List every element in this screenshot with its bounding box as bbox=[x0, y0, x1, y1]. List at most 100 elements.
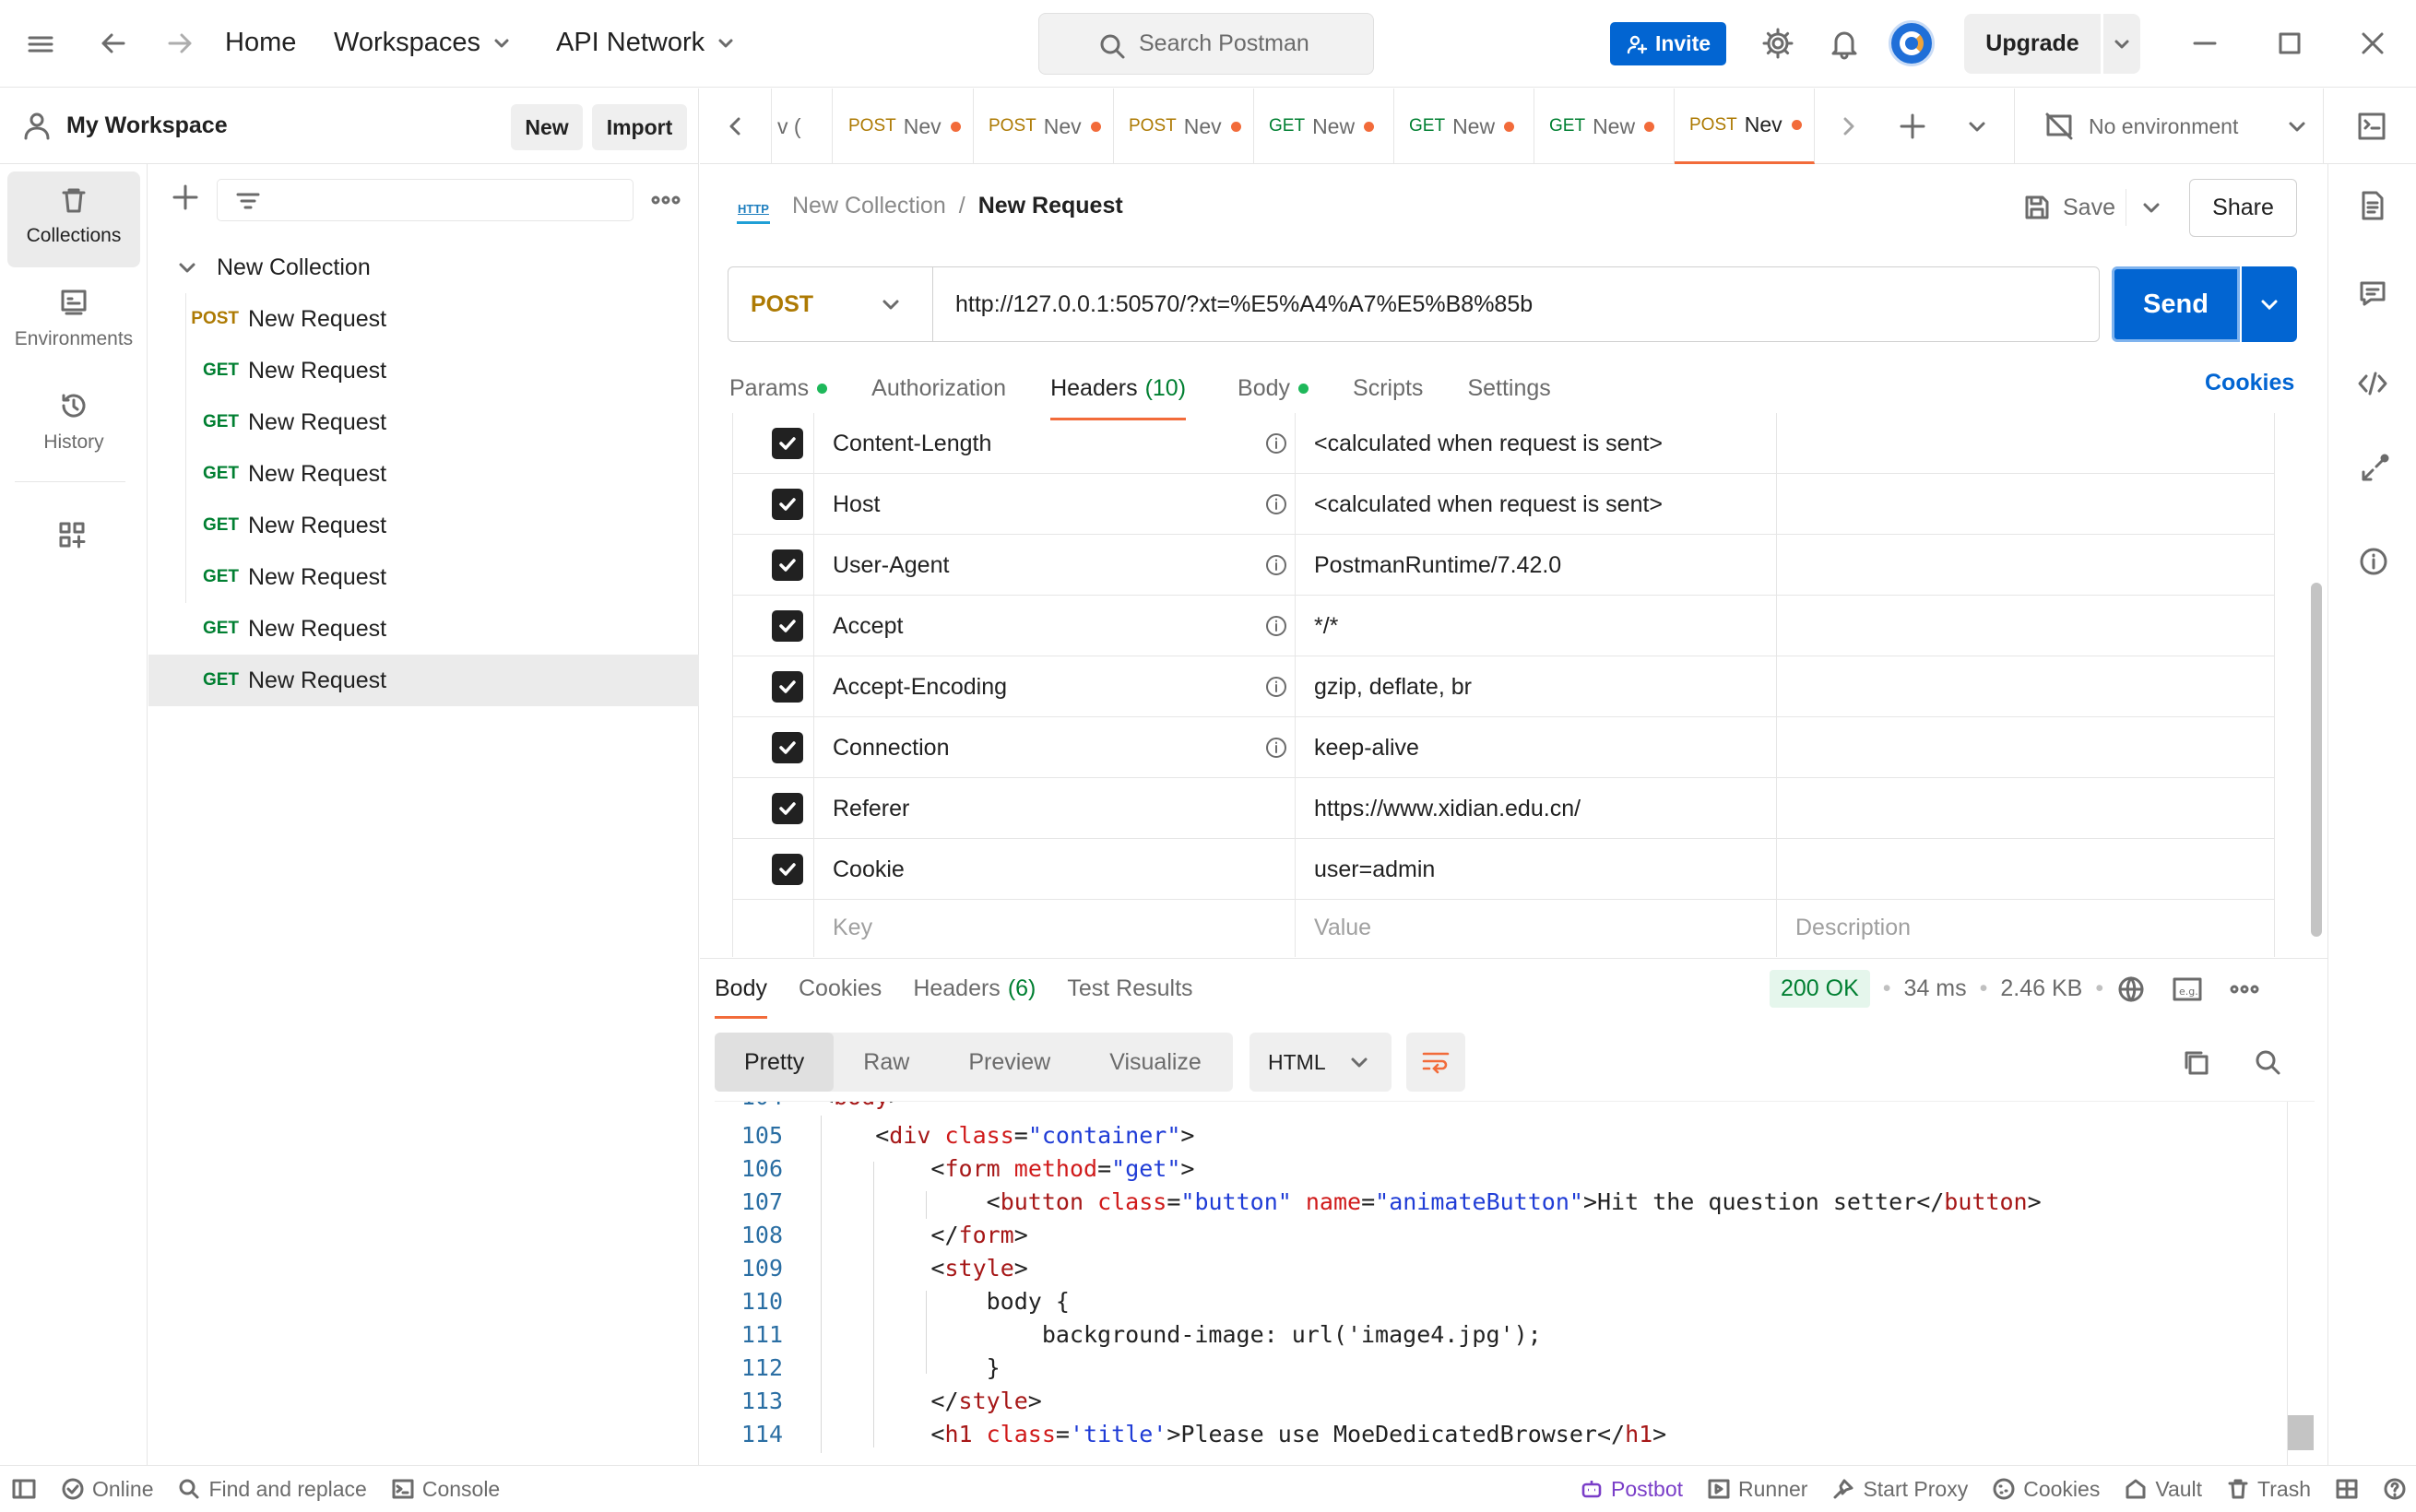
import-button[interactable]: Import bbox=[592, 104, 687, 150]
tab-response-headers[interactable]: Headers (6) bbox=[913, 975, 1036, 1002]
view-raw[interactable]: Raw bbox=[863, 1049, 909, 1076]
tab-response-body[interactable]: Body bbox=[715, 975, 767, 1019]
header-key[interactable]: Host bbox=[833, 474, 880, 535]
new-button[interactable]: New bbox=[511, 104, 583, 150]
request-tab[interactable]: GET New bbox=[1254, 89, 1394, 164]
settings-gear-icon[interactable] bbox=[1761, 27, 1794, 60]
tab-settings[interactable]: Settings bbox=[1467, 375, 1550, 402]
header-key[interactable]: User-Agent bbox=[833, 535, 949, 596]
minimize-window-icon[interactable] bbox=[2191, 30, 2219, 57]
tab-partial[interactable]: v ( bbox=[774, 89, 833, 164]
start-proxy-button[interactable]: Start Proxy bbox=[1831, 1477, 1968, 1502]
save-dropdown-chevron-icon[interactable] bbox=[2140, 196, 2162, 219]
send-dropdown[interactable] bbox=[2242, 266, 2297, 342]
value-input[interactable]: Value bbox=[1314, 898, 1371, 957]
sidebar-request-item[interactable]: GET New Request bbox=[148, 603, 699, 655]
tab-scroll-right-icon[interactable] bbox=[1836, 114, 1860, 138]
toggle-sidebar-icon[interactable] bbox=[11, 1477, 37, 1501]
sidebar-request-item[interactable]: GET New Request bbox=[148, 448, 699, 500]
request-tab[interactable]: GET New bbox=[1394, 89, 1534, 164]
menu-icon[interactable] bbox=[26, 30, 55, 59]
header-key[interactable]: Referer bbox=[833, 778, 909, 839]
header-key[interactable]: Cookie bbox=[833, 839, 905, 900]
header-enabled-checkbox[interactable] bbox=[772, 549, 803, 581]
vault-button[interactable]: Vault bbox=[2124, 1477, 2202, 1502]
environment-selector[interactable]: No environment bbox=[2015, 89, 2321, 164]
request-tab[interactable]: POST Nev bbox=[834, 89, 974, 164]
header-value[interactable]: https://www.xidian.edu.cn/ bbox=[1314, 778, 1581, 839]
more-options-icon[interactable] bbox=[650, 186, 681, 214]
console-button[interactable]: Console bbox=[391, 1477, 500, 1502]
request-tab[interactable]: POST Nev bbox=[974, 89, 1114, 164]
documentation-icon[interactable] bbox=[2358, 190, 2387, 221]
header-enabled-checkbox[interactable] bbox=[772, 671, 803, 703]
response-more-icon[interactable] bbox=[2229, 975, 2260, 1003]
info-icon[interactable] bbox=[1264, 596, 1288, 656]
header-enabled-checkbox[interactable] bbox=[772, 854, 803, 885]
two-pane-layout-icon[interactable] bbox=[2335, 1477, 2359, 1501]
share-button[interactable]: Share bbox=[2189, 179, 2297, 237]
search-bar[interactable]: Search Postman bbox=[1038, 13, 1374, 75]
add-collection-icon[interactable] bbox=[171, 183, 200, 212]
sidebar-request-item[interactable]: GET New Request bbox=[148, 396, 699, 448]
request-tab[interactable]: GET New bbox=[1534, 89, 1675, 164]
response-size[interactable]: 2.46 KB bbox=[2000, 975, 2082, 1002]
view-visualize[interactable]: Visualize bbox=[1109, 1049, 1202, 1076]
workspaces-menu[interactable]: Workspaces bbox=[334, 28, 512, 58]
view-preview[interactable]: Preview bbox=[968, 1049, 1050, 1076]
status-badge[interactable]: 200 OK bbox=[1770, 970, 1870, 1008]
close-window-icon[interactable] bbox=[2359, 30, 2386, 57]
trash-button[interactable]: Trash bbox=[2226, 1477, 2311, 1502]
related-collections-icon[interactable] bbox=[2358, 454, 2389, 485]
method-select[interactable]: POST bbox=[728, 267, 933, 341]
comments-icon[interactable] bbox=[2358, 278, 2387, 308]
tab-response-cookies[interactable]: Cookies bbox=[799, 975, 882, 1002]
home-link[interactable]: Home bbox=[225, 28, 296, 58]
notification-bell-icon[interactable] bbox=[1828, 27, 1861, 60]
breadcrumb-collection[interactable]: New Collection bbox=[792, 193, 946, 219]
header-enabled-checkbox[interactable] bbox=[772, 793, 803, 824]
copy-icon[interactable] bbox=[2181, 1047, 2210, 1077]
sidebar-item-environments[interactable]: Environments bbox=[7, 275, 140, 371]
sidebar-request-item[interactable]: GET New Request bbox=[148, 655, 699, 706]
filter-input[interactable] bbox=[217, 179, 634, 221]
collection-row[interactable]: New Collection bbox=[148, 242, 698, 293]
environment-quick-look-icon[interactable] bbox=[2356, 111, 2387, 142]
sidebar-item-collections[interactable]: Collections bbox=[7, 171, 140, 267]
workspace-name[interactable]: My Workspace bbox=[66, 112, 228, 139]
back-arrow-icon[interactable] bbox=[98, 28, 129, 59]
request-tab[interactable]: POST Nev bbox=[1675, 89, 1815, 164]
code-snippet-icon[interactable] bbox=[2356, 369, 2389, 398]
wrap-lines-button[interactable] bbox=[1406, 1033, 1465, 1092]
info-icon[interactable] bbox=[1264, 717, 1288, 778]
invite-button[interactable]: Invite bbox=[1610, 22, 1726, 65]
url-input[interactable]: http://127.0.0.1:50570/?xt=%E5%A4%A7%E5%… bbox=[955, 267, 1533, 341]
save-button[interactable]: Save bbox=[2022, 180, 2115, 235]
api-network-menu[interactable]: API Network bbox=[556, 28, 736, 58]
response-time[interactable]: 34 ms bbox=[1904, 975, 1967, 1002]
runner-button[interactable]: Runner bbox=[1707, 1477, 1807, 1502]
header-value[interactable]: gzip, deflate, br bbox=[1314, 656, 1472, 717]
cookies-button[interactable]: Cookies bbox=[1992, 1477, 2100, 1502]
tab-scripts[interactable]: Scripts bbox=[1353, 375, 1423, 402]
tab-authorization[interactable]: Authorization bbox=[871, 375, 1006, 402]
description-input[interactable]: Description bbox=[1795, 898, 1911, 957]
header-enabled-checkbox[interactable] bbox=[772, 428, 803, 459]
help-icon[interactable] bbox=[2383, 1477, 2407, 1501]
header-key[interactable]: Content-Length bbox=[833, 413, 991, 474]
page-title[interactable]: New Request bbox=[978, 193, 1123, 219]
editor-scrollbar[interactable] bbox=[2288, 1415, 2314, 1450]
header-key[interactable]: Connection bbox=[833, 717, 949, 778]
sidebar-request-item[interactable]: GET New Request bbox=[148, 551, 699, 603]
find-and-replace[interactable]: Find and replace bbox=[177, 1477, 367, 1502]
send-button[interactable]: Send bbox=[2112, 266, 2240, 342]
header-value[interactable]: <calculated when request is sent> bbox=[1314, 474, 1663, 535]
header-value[interactable]: <calculated when request is sent> bbox=[1314, 413, 1663, 474]
header-enabled-checkbox[interactable] bbox=[772, 732, 803, 763]
info-icon[interactable] bbox=[1264, 474, 1288, 535]
tab-test-results[interactable]: Test Results bbox=[1067, 975, 1192, 1002]
network-globe-icon[interactable] bbox=[2116, 975, 2146, 1004]
add-app-grid-icon[interactable] bbox=[57, 520, 87, 549]
avatar[interactable] bbox=[1889, 20, 1935, 66]
tab-body[interactable]: Body bbox=[1238, 375, 1309, 402]
